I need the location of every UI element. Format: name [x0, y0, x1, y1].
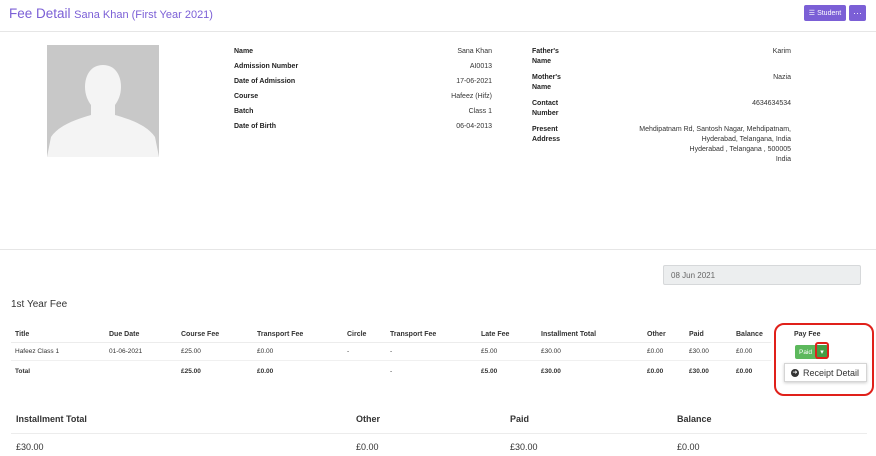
value-batch: Class 1 [468, 108, 492, 115]
cell-course-fee: £25.00 [181, 348, 201, 355]
person-silhouette-icon [47, 45, 159, 157]
student-button[interactable]: ☰ Student [804, 5, 846, 21]
total-transport-fee: £0.00 [257, 368, 274, 375]
label-date-of-birth: Date of Birth [234, 123, 276, 130]
summary-header-installment-total: Installment Total [16, 414, 87, 424]
label-mothers-name: Mother's Name [532, 74, 561, 91]
header-divider [0, 31, 876, 32]
student-button-label: Student [817, 9, 842, 17]
avatar [47, 45, 159, 157]
column-header-balance: Balance [736, 331, 763, 338]
value-contact-number: 4634634534 [752, 100, 791, 107]
value-admission-number: AI0013 [469, 63, 492, 70]
label-course: Course [234, 93, 259, 100]
page-title: Fee Detail Sana Khan (First Year 2021) [9, 6, 213, 21]
cell-balance: £0.00 [736, 348, 753, 355]
list-icon: ☰ [808, 10, 816, 17]
total-label: Total [15, 368, 31, 375]
label-present-address: Present Address [532, 126, 561, 143]
summary-other: £0.00 [356, 442, 379, 452]
profile-divider [0, 249, 876, 250]
summary-header-other: Other [356, 414, 381, 424]
cell-circle: - [347, 348, 350, 355]
address-line: Mehdipatnam Rd, Santosh Nagar, Mehdipatn… [639, 126, 791, 133]
date-filter-value: 08 Jun 2021 [671, 270, 716, 280]
label-date-of-admission: Date of Admission [234, 78, 296, 85]
label-name: Name [234, 48, 254, 55]
summary-header-balance: Balance [677, 414, 712, 424]
table-header-divider [11, 342, 771, 343]
cell-late-fee: £5.00 [481, 348, 498, 355]
summary-installment-total: £30.00 [16, 442, 44, 452]
value-date-of-admission: 17-06-2021 [456, 78, 492, 85]
summary-balance: £0.00 [677, 442, 700, 452]
label-admission-number: Admission Number [234, 63, 299, 70]
column-header-late-fee: Late Fee [481, 331, 510, 338]
address-line: Hyderabad, Telangana, India [701, 136, 791, 143]
column-header-other: Other [647, 331, 666, 338]
total-course-fee: £25.00 [181, 368, 201, 375]
highlight-box-pay-fee [774, 323, 874, 396]
fee-section-title: 1st Year Fee [11, 299, 68, 310]
total-installment-total: £30.00 [541, 368, 561, 375]
column-header-circle: Circle [347, 331, 367, 338]
more-options-button[interactable]: ··· [849, 5, 866, 21]
cell-title: Hafeez Class 1 [15, 348, 60, 355]
value-present-address: Mehdipatnam Rd, Santosh Nagar, Mehdipatn… [591, 125, 791, 165]
column-header-course-fee: Course Fee [181, 331, 220, 338]
column-header-title: Title [15, 331, 30, 338]
value-course: Hafeez (Hifz) [451, 93, 492, 100]
value-fathers-name: Karim [772, 48, 791, 55]
column-header-transport-fee: Transport Fee [257, 331, 304, 338]
total-late-fee: £5.00 [481, 368, 498, 375]
summary-header-paid: Paid [510, 414, 530, 424]
table-row-divider [11, 360, 771, 361]
label-batch: Batch [234, 108, 254, 115]
column-header-transport-fee-2: Transport Fee [390, 331, 437, 338]
cell-other: £0.00 [647, 348, 664, 355]
cell-transport-fee: £0.00 [257, 348, 274, 355]
address-line: India [775, 156, 791, 163]
label-fathers-name: Father's Name [532, 48, 559, 65]
column-header-paid: Paid [689, 331, 704, 338]
summary-divider [11, 433, 867, 434]
page-subtitle: Sana Khan (First Year 2021) [74, 9, 213, 21]
total-balance: £0.00 [736, 368, 753, 375]
total-paid: £30.00 [689, 368, 709, 375]
value-date-of-birth: 06-04-2013 [456, 123, 492, 130]
page-title-text: Fee Detail [9, 6, 71, 21]
cell-installment-total: £30.00 [541, 348, 561, 355]
label-contact-number: Contact Number [532, 100, 559, 117]
column-header-due-date: Due Date [109, 331, 140, 338]
cell-due-date: 01-06-2021 [109, 348, 143, 355]
value-name: Sana Khan [457, 48, 492, 55]
column-header-installment-total: Installment Total [541, 331, 597, 338]
date-filter-input[interactable]: 08 Jun 2021 [663, 265, 861, 285]
total-transport-fee-2: - [390, 368, 393, 375]
summary-paid: £30.00 [510, 442, 538, 452]
value-mothers-name: Nazia [773, 74, 791, 81]
ellipsis-icon: ··· [853, 7, 862, 18]
address-line: Hyderabad , Telangana , 500005 [689, 146, 791, 153]
total-other: £0.00 [647, 368, 664, 375]
cell-transport-fee-2: - [390, 348, 393, 355]
cell-paid: £30.00 [689, 348, 709, 355]
